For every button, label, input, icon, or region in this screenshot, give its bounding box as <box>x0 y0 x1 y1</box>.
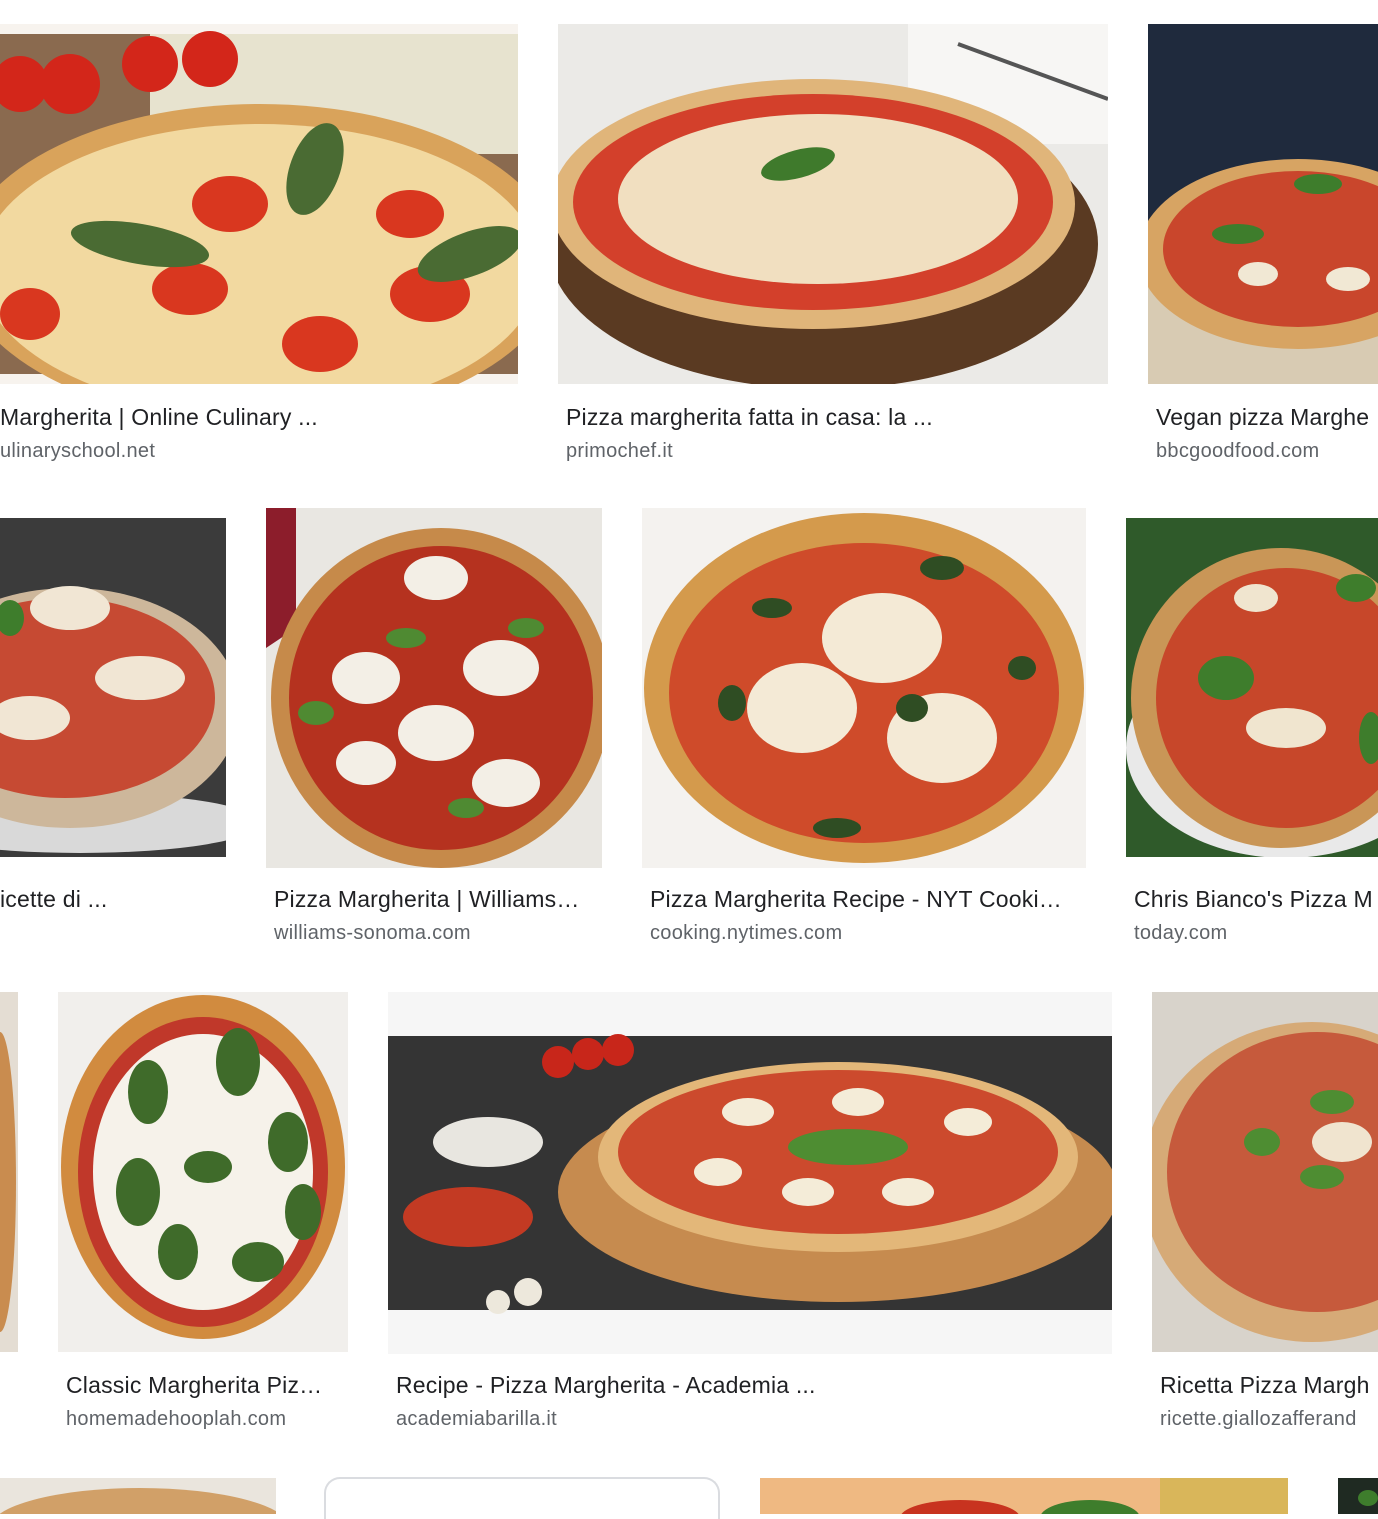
result-thumbnail[interactable] <box>558 24 1108 384</box>
result-thumbnail[interactable] <box>1338 1478 1378 1514</box>
result-card-partial[interactable] <box>0 1478 276 1514</box>
result-source[interactable]: academiabarilla.it <box>396 1408 1112 1431</box>
result-card-partial[interactable] <box>1338 1478 1378 1514</box>
result-card[interactable]: Classic Margherita Piz… homemadehooplah.… <box>58 992 348 1442</box>
result-title[interactable]: Pizza margherita fatta in casa: la ... <box>566 404 1106 431</box>
result-card[interactable]: Pizza Margherita | Williams… williams-so… <box>266 508 602 958</box>
result-card[interactable]: Margherita | Online Culinary ... ulinary… <box>0 24 518 474</box>
result-card[interactable]: Pizza margherita fatta in casa: la ... p… <box>558 24 1108 474</box>
result-card[interactable]: Vegan pizza Marghe bbcgoodfood.com <box>1148 24 1378 474</box>
result-source[interactable]: ricette.giallozafferand <box>1160 1408 1378 1431</box>
pizza-partial-image <box>1338 1478 1378 1514</box>
pizza-charred-image <box>642 508 1086 868</box>
pizza-slice-image <box>0 518 226 857</box>
result-title[interactable]: Classic Margherita Piz… <box>66 1372 346 1399</box>
result-title[interactable]: Ricetta Pizza Margh <box>1160 1372 1378 1399</box>
result-title[interactable]: Pizza Margherita Recipe - NYT Cooki… <box>650 886 1080 913</box>
result-thumbnail[interactable] <box>58 992 348 1352</box>
result-title[interactable]: Vegan pizza Marghe <box>1156 404 1378 431</box>
result-card[interactable]: Ricetta Pizza Margh ricette.giallozaffer… <box>1152 992 1378 1442</box>
vegan-pizza-image <box>1148 24 1378 384</box>
result-card[interactable]: Pizza Margherita Recipe - NYT Cooki… coo… <box>642 508 1086 958</box>
result-card[interactable]: Chris Bianco's Pizza M today.com <box>1126 508 1378 958</box>
pizza-partial-image <box>0 992 18 1352</box>
result-thumbnail[interactable] <box>266 508 602 868</box>
result-thumbnail[interactable] <box>0 992 18 1352</box>
result-title[interactable]: Pizza Margherita | Williams… <box>274 886 594 913</box>
result-thumbnail[interactable] <box>760 1478 1288 1514</box>
result-source[interactable]: primochef.it <box>566 440 1106 463</box>
result-source[interactable]: williams-sonoma.com <box>274 922 594 945</box>
pizza-plate-image <box>1126 518 1378 857</box>
pizza-partial-image <box>760 1478 1288 1514</box>
result-thumbnail[interactable] <box>642 508 1086 868</box>
pizza-partial-image <box>0 1478 276 1514</box>
result-thumbnail[interactable] <box>1152 992 1378 1352</box>
result-title[interactable]: Chris Bianco's Pizza M <box>1134 886 1378 913</box>
result-card[interactable]: Recipe - Pizza Margherita - Academia ...… <box>388 992 1112 1442</box>
result-card-partial[interactable] <box>760 1478 1288 1514</box>
result-title[interactable]: icette di ... <box>0 886 220 913</box>
pizza-mozzarella-image <box>266 508 602 868</box>
result-source[interactable]: homemadehooplah.com <box>66 1408 346 1431</box>
result-thumbnail[interactable] <box>0 518 226 857</box>
result-thumbnail[interactable] <box>0 1478 276 1514</box>
pizza-wooden-board-image <box>558 24 1108 384</box>
suggestion-card-partial[interactable] <box>324 1477 720 1519</box>
result-source[interactable]: bbcgoodfood.com <box>1156 440 1378 463</box>
pizza-classic-image <box>58 992 348 1352</box>
result-source[interactable]: cooking.nytimes.com <box>650 922 1080 945</box>
pizza-board-ingredients-image <box>388 992 1112 1354</box>
result-title[interactable]: Margherita | Online Culinary ... <box>0 404 510 431</box>
result-thumbnail[interactable] <box>388 992 1112 1354</box>
result-title[interactable]: Recipe - Pizza Margherita - Academia ... <box>396 1372 1112 1399</box>
result-thumbnail[interactable] <box>0 24 518 384</box>
result-card-partial[interactable] <box>0 992 18 1392</box>
result-thumbnail[interactable] <box>1148 24 1378 384</box>
result-thumbnail[interactable] <box>1126 518 1378 857</box>
pizza-tomatoes-basil-image <box>0 31 518 384</box>
result-source[interactable]: today.com <box>1134 922 1378 945</box>
pizza-rustic-image <box>1152 992 1378 1352</box>
result-card[interactable]: icette di ... <box>0 508 226 958</box>
result-source[interactable]: ulinaryschool.net <box>0 440 510 463</box>
